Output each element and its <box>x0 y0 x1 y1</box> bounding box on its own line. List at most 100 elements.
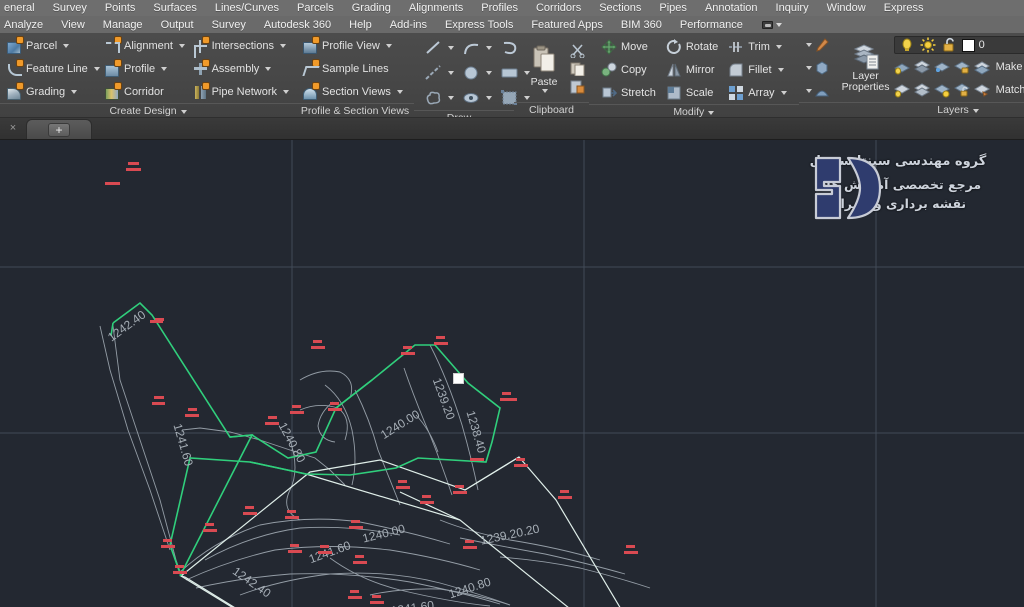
survey-point[interactable] <box>205 523 214 526</box>
survey-point[interactable] <box>372 595 381 598</box>
survey-point[interactable] <box>436 336 445 339</box>
ribbon-button-intersections[interactable]: Intersections <box>190 35 292 57</box>
menu-item-lines-curves[interactable]: Lines/Curves <box>206 0 288 16</box>
survey-point[interactable] <box>320 545 329 548</box>
panel-title-profile-section-views[interactable]: Profile & Section Views <box>296 103 414 117</box>
survey-point[interactable] <box>463 546 477 549</box>
survey-point[interactable] <box>290 544 299 547</box>
menu-item-parcels[interactable]: Parcels <box>288 0 343 16</box>
survey-point[interactable] <box>175 565 184 568</box>
menu-item-manage[interactable]: Manage <box>94 17 152 33</box>
ribbon-button-pipe-network[interactable]: Pipe Network <box>190 81 292 103</box>
menu-item-inquiry[interactable]: Inquiry <box>767 0 818 16</box>
survey-point[interactable] <box>245 506 254 509</box>
survey-point[interactable] <box>624 551 638 554</box>
ribbon-button-construction-line[interactable] <box>421 64 457 82</box>
menu-item-alignments[interactable]: Alignments <box>400 0 472 16</box>
survey-point[interactable] <box>396 486 410 489</box>
survey-point[interactable] <box>292 405 301 408</box>
copy-icon[interactable] <box>569 61 586 77</box>
menu-item-corridors[interactable]: Corridors <box>527 0 590 16</box>
ribbon-button-section-views[interactable]: Section Views <box>300 81 410 103</box>
survey-point[interactable] <box>500 398 517 401</box>
match-layer-icon[interactable] <box>973 82 991 98</box>
menu-item-express-tools[interactable]: Express Tools <box>436 17 522 33</box>
menu-item-pipes[interactable]: Pipes <box>650 0 696 16</box>
survey-point[interactable] <box>290 411 304 414</box>
menu-item-express[interactable]: Express <box>875 0 933 16</box>
ribbon-button-profile[interactable]: Profile <box>102 58 190 80</box>
ribbon-button-extrude[interactable] <box>801 80 833 102</box>
ribbon-button-trim[interactable]: Trim <box>723 39 791 55</box>
layer-selector-combobox[interactable]: 0 <box>893 36 1024 54</box>
menu-item-autodesk-360[interactable]: Autodesk 360 <box>255 17 340 33</box>
layer-on-icon[interactable] <box>893 82 911 98</box>
survey-point[interactable] <box>265 422 279 425</box>
make-current-icon[interactable] <box>973 59 991 75</box>
ribbon-button-parcel[interactable]: Parcel <box>4 35 102 57</box>
survey-point[interactable] <box>403 346 412 349</box>
panel-title-draw[interactable]: Draw <box>414 110 514 117</box>
menu-item-add-ins[interactable]: Add-ins <box>381 17 436 33</box>
close-icon[interactable]: × <box>0 117 26 139</box>
survey-point[interactable] <box>243 512 257 515</box>
menu-item-points[interactable]: Points <box>96 0 145 16</box>
cut-icon[interactable] <box>569 43 586 59</box>
make-current-label[interactable]: Make Curre <box>996 61 1024 73</box>
ribbon-button-profile-view[interactable]: Profile View <box>300 35 410 57</box>
ribbon-button-assembly[interactable]: Assembly <box>190 58 292 80</box>
survey-point[interactable] <box>560 490 569 493</box>
survey-point[interactable] <box>173 571 187 574</box>
survey-point[interactable] <box>351 520 360 523</box>
layer-color-swatch[interactable] <box>961 38 975 52</box>
ribbon-button-ellipse[interactable] <box>459 89 495 107</box>
layer-lock-icon[interactable] <box>953 59 971 75</box>
paste-special-icon[interactable] <box>569 79 586 94</box>
layer-thaw-icon[interactable] <box>933 82 951 98</box>
survey-point[interactable] <box>465 540 474 543</box>
survey-point[interactable] <box>401 352 415 355</box>
ribbon-button-array[interactable]: Array <box>723 85 791 101</box>
survey-point[interactable] <box>311 346 325 349</box>
ribbon-button-mirror[interactable]: Mirror <box>661 62 723 78</box>
survey-point[interactable] <box>128 162 139 165</box>
survey-point[interactable] <box>313 340 322 343</box>
ribbon-button-scale[interactable]: Scale <box>661 85 723 101</box>
menu-item-grading[interactable]: Grading <box>343 0 400 16</box>
menu-item-bim-360[interactable]: BIM 360 <box>612 17 671 33</box>
survey-point[interactable] <box>152 402 165 405</box>
sun-freeze-icon[interactable] <box>920 37 937 53</box>
ribbon-button-line[interactable] <box>421 39 457 57</box>
survey-point[interactable] <box>105 182 120 185</box>
unlock-icon[interactable] <box>941 37 958 53</box>
survey-point[interactable] <box>161 545 175 548</box>
panel-title-layers[interactable]: Layers <box>834 102 1024 117</box>
menu-item-general[interactable]: eneral <box>0 0 44 16</box>
survey-point[interactable] <box>516 458 525 461</box>
ribbon-button-match-properties[interactable] <box>801 34 833 56</box>
survey-point[interactable] <box>514 464 528 467</box>
survey-point[interactable] <box>330 402 339 405</box>
ribbon-button-revision-cloud[interactable] <box>421 89 457 107</box>
ribbon-button-stretch[interactable]: Stretch <box>596 85 661 101</box>
menu-item-surfaces[interactable]: Surfaces <box>144 0 205 16</box>
ribbon-button-fillet[interactable]: Fillet <box>723 62 791 78</box>
menu-item-analyze[interactable]: Analyze <box>0 17 52 33</box>
survey-point[interactable] <box>434 342 448 345</box>
ribbon-button-grading[interactable]: Grading <box>4 81 102 103</box>
panel-title-create-design[interactable]: Create Design <box>0 103 296 117</box>
new-tab-button[interactable]: + <box>48 122 70 137</box>
crosshair-pickbox-cursor[interactable] <box>454 374 463 383</box>
ribbon-button-arc[interactable] <box>459 39 495 57</box>
survey-point[interactable] <box>422 495 431 498</box>
survey-point[interactable] <box>626 545 635 548</box>
ribbon-button-circle[interactable] <box>459 64 495 82</box>
menu-item-help[interactable]: Help <box>340 17 381 33</box>
survey-point[interactable] <box>420 501 434 504</box>
survey-point[interactable] <box>349 526 363 529</box>
survey-point[interactable] <box>285 516 299 519</box>
layer-off-icon[interactable] <box>893 59 911 75</box>
survey-point[interactable] <box>288 550 302 553</box>
survey-point[interactable] <box>163 539 172 542</box>
layer-freeze-icon[interactable] <box>933 59 951 75</box>
